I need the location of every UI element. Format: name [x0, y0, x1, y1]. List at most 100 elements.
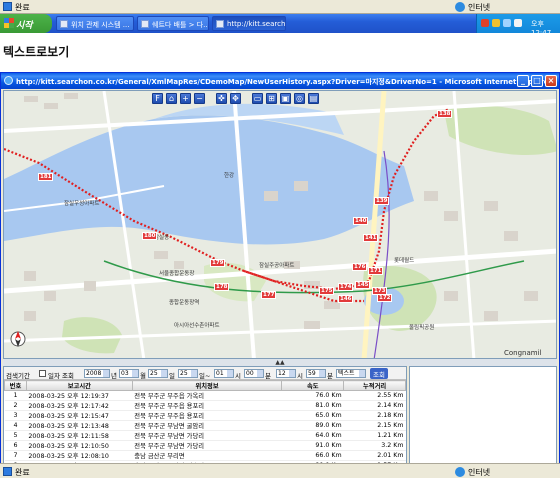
cell-location: 전북 무주군 부남면 가당리 [132, 440, 282, 451]
taskbar-item-1[interactable]: 위치 관제 시스템 ... [56, 16, 134, 31]
minute-to-select[interactable]: 59 [306, 369, 326, 378]
hour-to-select[interactable]: 12 [276, 369, 296, 378]
route-marker[interactable]: 178 [214, 283, 230, 291]
map-pan-button[interactable]: ✜ [216, 93, 227, 104]
ie-icon [60, 20, 68, 28]
map-select-button[interactable]: ▭ [252, 93, 263, 104]
route-marker[interactable]: 180 [142, 232, 158, 240]
search-button[interactable]: 조회 [370, 368, 388, 379]
map-full-extent-button[interactable]: F [152, 93, 163, 104]
month-unit: 월 [140, 372, 146, 380]
route-marker[interactable]: 176 [352, 263, 368, 271]
cell-location: 전북 무주군 무주읍 용포리 [132, 400, 282, 411]
date-query-checkbox[interactable] [39, 370, 46, 377]
route-marker[interactable]: 138 [437, 110, 453, 118]
route-marker[interactable]: 179 [210, 259, 226, 267]
route-marker[interactable]: 146 [338, 295, 354, 303]
table-row[interactable]: 6 2008-03-25 오후 12:10:50 전북 무주군 부남면 가당리 91.… [4, 440, 406, 451]
bottom-zone-label: 인터넷 [468, 468, 491, 477]
taskbar-item-label: 쉐트다 배틀 > 다... [152, 21, 209, 29]
route-marker[interactable]: 181 [38, 173, 54, 181]
map-save-button[interactable]: ▣ [280, 93, 291, 104]
map-zoom-out-button[interactable]: − [194, 93, 205, 104]
history-panel: 검색기간 일자 조회 2008 년 03 월 25 일 25 일~ 01 시 0… [3, 366, 407, 476]
cell-time: 2008-03-25 오후 12:17:42 [26, 400, 133, 411]
cell-no: 3 [4, 410, 27, 421]
bottom-status-bar: 완료 인터넷 [0, 463, 560, 478]
close-button[interactable]: × [545, 75, 557, 87]
table-row[interactable]: 1 2008-03-25 오후 12:19:37 전북 무주군 무주읍 가옥리 76.… [4, 390, 406, 401]
table-row[interactable]: 2 2008-03-25 오후 12:17:42 전북 무주군 무주읍 용포리 81.… [4, 400, 406, 411]
column-header[interactable]: 위치정보 [131, 380, 283, 391]
map-label: 잠실우성아파트 [64, 201, 100, 207]
table-row[interactable]: 5 2008-03-25 오후 12:11:58 전북 무주군 부남면 가당리 64.… [4, 430, 406, 441]
table-row[interactable]: 3 2008-03-25 오후 12:15:47 전북 무주군 무주읍 용포리 65.… [4, 410, 406, 421]
cell-location: 전북 무주군 무주읍 가옥리 [132, 390, 282, 401]
map-watermark: Congnamil [504, 349, 542, 357]
cell-location: 전북 무주군 무주읍 용포리 [132, 410, 282, 421]
day-select[interactable]: 25 [148, 369, 168, 378]
route-marker[interactable]: 141 [363, 234, 379, 242]
cell-speed: 81.0 Km [281, 400, 344, 411]
tray-app-icon[interactable] [481, 19, 489, 27]
cell-time: 2008-03-25 오후 12:11:58 [26, 430, 133, 441]
map-zoom-in-button[interactable]: + [180, 93, 191, 104]
hour-unit: 시 [297, 372, 303, 380]
column-header[interactable]: 속도 [281, 380, 345, 391]
year-select[interactable]: 2008 [84, 369, 110, 378]
month-select[interactable]: 03 [119, 369, 139, 378]
cell-location: 전북 무주군 부남면 굴암리 [132, 420, 282, 431]
column-header[interactable]: 번호 [4, 380, 27, 391]
date-query-label: 일자 조회 [48, 372, 74, 380]
table-row[interactable]: 4 2008-03-25 오후 12:13:48 전북 무주군 부남면 굴암리 89.… [4, 420, 406, 431]
view-type-select[interactable]: 텍스트 [336, 369, 366, 378]
route-marker[interactable]: 140 [353, 217, 369, 225]
cell-time: 2008-03-25 오후 12:19:37 [26, 390, 133, 401]
cell-no: 4 [4, 420, 27, 431]
route-marker[interactable]: 139 [374, 197, 390, 205]
map-move-button[interactable]: ✥ [230, 93, 241, 104]
map-label: 종합운동장역 [169, 300, 200, 306]
route-marker[interactable]: 171 [368, 267, 384, 275]
day-to-select[interactable]: 25 [178, 369, 198, 378]
detail-panel [409, 366, 557, 476]
history-table: 번호 보고시간 위치정보 속도 누적거리 1 2008-03-25 오후 12:1… [4, 380, 406, 471]
column-header[interactable]: 보고시간 [25, 380, 133, 391]
page-title: 텍스트로보기 [3, 45, 70, 59]
tray-volume-icon[interactable] [514, 19, 522, 27]
map-layers-button[interactable]: ⊞ [266, 93, 277, 104]
taskbar-item-2[interactable]: 쉐트다 배틀 > 다... [137, 16, 209, 31]
route-marker[interactable]: 145 [355, 281, 371, 289]
minimize-button[interactable]: _ [517, 75, 529, 87]
tray-alert-icon[interactable] [492, 19, 500, 27]
start-button[interactable]: 시작 [0, 14, 52, 33]
map-view[interactable]: F ⌂ + − ✜ ✥ ▭ ⊞ ▣ ◎ ▤ 잠실동 잠실주공아파트 잠실우성아파… [3, 90, 557, 359]
cell-no: 6 [4, 440, 27, 451]
cell-no: 1 [4, 390, 27, 401]
column-header[interactable]: 누적거리 [343, 380, 406, 391]
cell-distance: 2.01 Km [343, 450, 406, 461]
map-splitter[interactable]: ▲▲ [3, 359, 557, 366]
search-bar: 검색기간 일자 조회 2008 년 03 월 25 일 25 일~ 01 시 0… [4, 367, 406, 380]
taskbar: 시작 위치 관제 시스템 ... 쉐트다 배틀 > 다... http://ki… [0, 14, 560, 37]
table-row[interactable]: 7 2008-03-25 오후 12:08:10 충남 금산군 부리면 66.0 Km… [4, 450, 406, 461]
map-home-button[interactable]: ⌂ [166, 93, 177, 104]
minute-from-select[interactable]: 00 [244, 369, 264, 378]
map-target-button[interactable]: ◎ [294, 93, 305, 104]
taskbar-item-3[interactable]: http://kitt.searcho... [212, 16, 286, 31]
route-marker[interactable]: 174 [338, 283, 354, 291]
route-marker[interactable]: 175 [319, 287, 335, 295]
cell-no: 5 [4, 430, 27, 441]
map-label: 아시아선수촌아파트 [174, 323, 220, 329]
map-print-button[interactable]: ▤ [308, 93, 319, 104]
cell-location: 충남 금산군 부리면 [132, 450, 282, 461]
window-title: http://kitt.searchon.co.kr/General/XmlMa… [16, 78, 552, 86]
route-marker[interactable]: 177 [261, 291, 277, 299]
page-done-icon [3, 2, 12, 11]
cell-speed: 91.0 Km [281, 440, 344, 451]
window-titlebar[interactable]: http://kitt.searchon.co.kr/General/XmlMa… [1, 73, 559, 89]
route-marker[interactable]: 172 [377, 294, 393, 302]
tray-network-icon[interactable] [503, 19, 511, 27]
hour-from-select[interactable]: 01 [214, 369, 234, 378]
maximize-button[interactable]: □ [531, 75, 543, 87]
